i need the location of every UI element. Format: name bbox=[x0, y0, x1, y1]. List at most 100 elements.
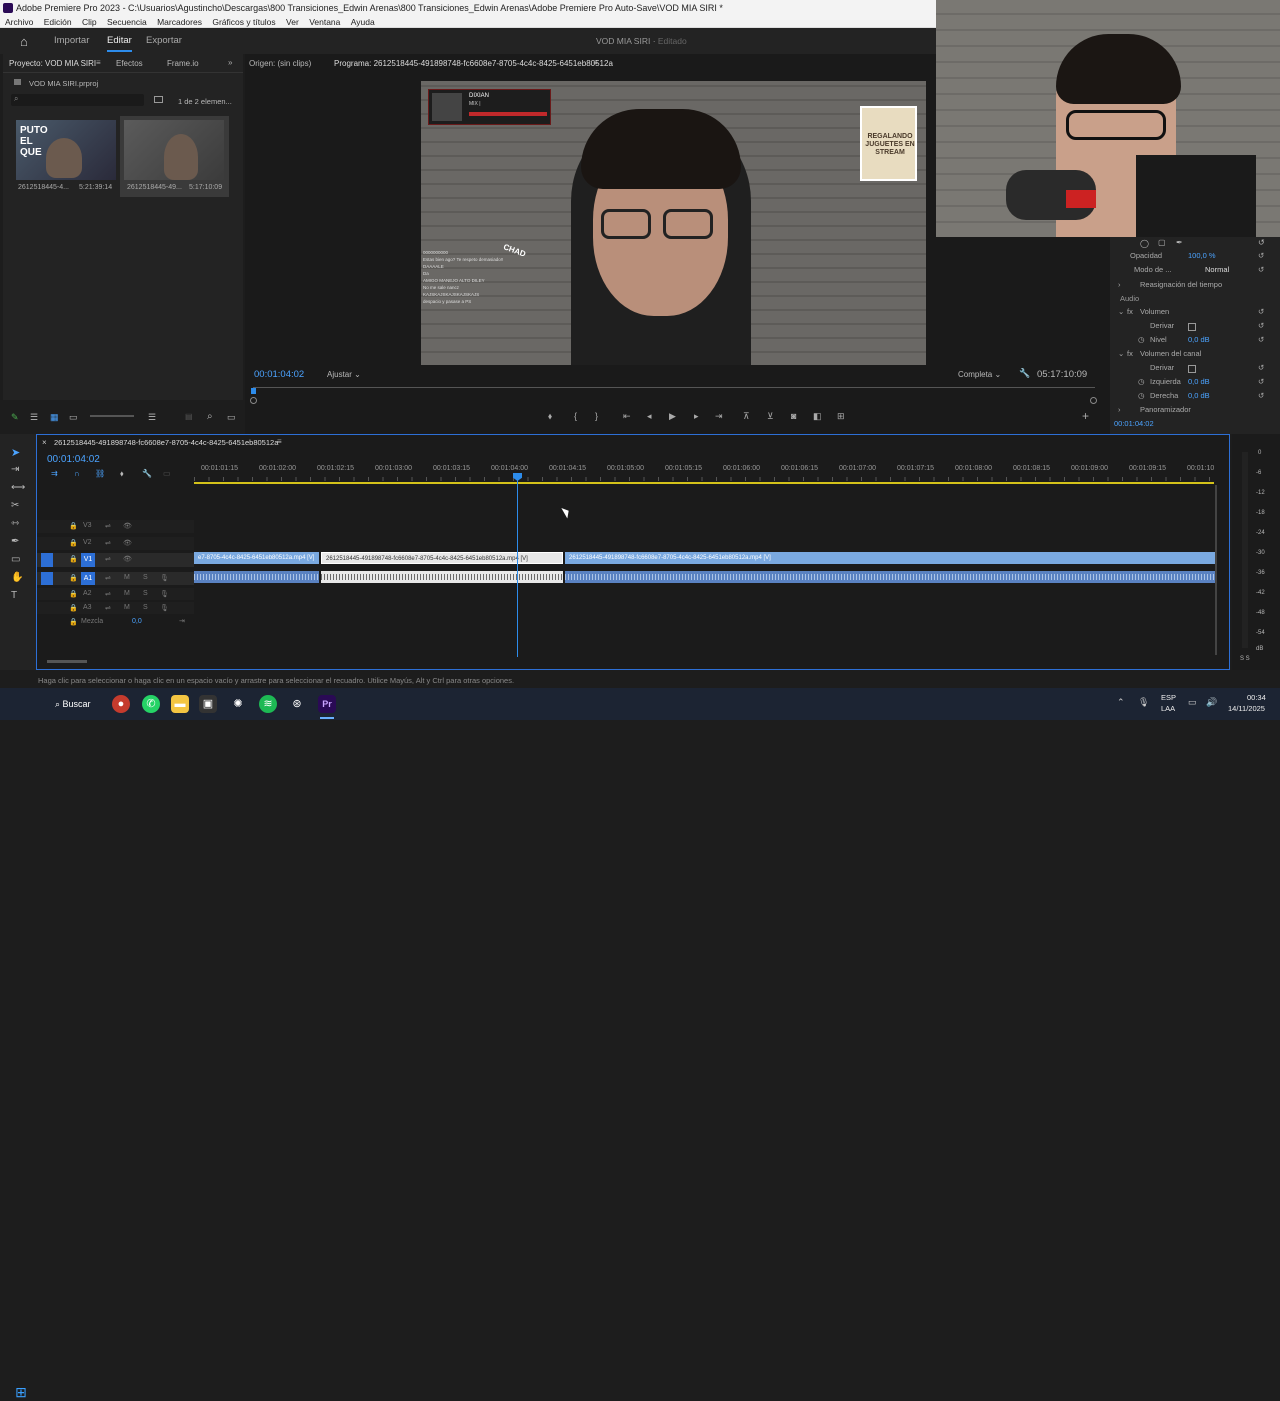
menu-ver[interactable]: Ver bbox=[286, 16, 299, 28]
lang-top[interactable]: ESP bbox=[1161, 693, 1176, 702]
timeline-playhead[interactable] bbox=[517, 473, 518, 657]
tab-project[interactable]: Proyecto: VOD MIA SIRI bbox=[9, 59, 96, 68]
new-bin-footer-icon[interactable]: ▭ bbox=[227, 412, 236, 423]
add-marker-icon[interactable]: ⬧ bbox=[548, 411, 552, 422]
mute-button[interactable]: M bbox=[124, 574, 130, 581]
lift-icon[interactable]: ⊼ bbox=[743, 411, 750, 422]
snap-icon[interactable]: ∩ bbox=[74, 469, 80, 478]
mark-out-icon[interactable]: } bbox=[595, 411, 598, 421]
tab-frameio[interactable]: Frame.io bbox=[167, 59, 199, 68]
freeform-view-icon[interactable]: ▭ bbox=[69, 412, 78, 423]
mix-end-icon[interactable]: ⇥ bbox=[179, 617, 185, 625]
lock-icon[interactable]: 🔒 bbox=[69, 555, 78, 563]
tab-exportar[interactable]: Exportar bbox=[146, 35, 182, 46]
lock-icon[interactable]: 🔒 bbox=[69, 604, 78, 612]
export-frame-icon[interactable]: ◙ bbox=[791, 411, 796, 421]
opacity-value[interactable]: 100,0 % bbox=[1188, 251, 1216, 260]
linked-selection-icon[interactable]: ⛓ bbox=[95, 469, 105, 478]
clip-v1-selected[interactable]: 2612518445-491898748-fc6608e7-8705-4c4c-… bbox=[321, 552, 563, 564]
comparison-view-icon[interactable]: ◧ bbox=[813, 411, 822, 422]
sequence-tab[interactable]: 2612518445-491898748-fc6608e7-8705-4c4c-… bbox=[54, 438, 278, 447]
sync-icon[interactable]: ⇌ bbox=[105, 539, 111, 547]
wrench-icon[interactable]: 🔧 bbox=[1019, 368, 1030, 379]
network-icon[interactable]: ▭ bbox=[1188, 697, 1197, 708]
meter-solo-buttons[interactable]: S S bbox=[1240, 656, 1250, 662]
program-playhead[interactable] bbox=[251, 388, 256, 394]
ellipse-mask-icon[interactable]: ◯ bbox=[1140, 239, 1149, 248]
program-scrub-bar[interactable] bbox=[253, 387, 1095, 388]
left-stopwatch-icon[interactable]: ◷ bbox=[1138, 377, 1145, 386]
panner-toggle[interactable]: › bbox=[1118, 405, 1121, 414]
slip-tool-icon[interactable]: ⇿ bbox=[11, 518, 19, 529]
ripple-edit-icon[interactable]: ⟷ bbox=[11, 482, 25, 493]
sort-icon[interactable]: ☰ bbox=[148, 412, 156, 423]
timeline-vscroll[interactable] bbox=[1215, 485, 1217, 655]
fit-dropdown[interactable]: Ajustar ⌄ bbox=[327, 370, 361, 379]
eye-icon[interactable]: 👁 bbox=[123, 555, 132, 563]
bypass-checkbox[interactable] bbox=[1188, 323, 1196, 331]
track-name-v2[interactable]: V2 bbox=[83, 539, 92, 546]
right-channel-value[interactable]: 0,0 dB bbox=[1188, 391, 1210, 400]
sync-icon[interactable]: ⇌ bbox=[105, 522, 111, 530]
volume-reset-icon[interactable]: ↺ bbox=[1258, 307, 1264, 316]
mic-icon[interactable]: 🎙 bbox=[160, 590, 169, 598]
search-input[interactable]: ⌕ bbox=[11, 94, 144, 106]
lock-icon[interactable]: 🔒 bbox=[69, 574, 78, 582]
program-menu-icon[interactable]: ≡ bbox=[593, 58, 598, 67]
icon-view-icon[interactable]: ▦ bbox=[50, 412, 59, 423]
taskbar-search-label[interactable]: ⌕ Buscar bbox=[55, 699, 91, 710]
sync-icon[interactable]: ⇌ bbox=[105, 590, 111, 598]
rectangle-tool-icon[interactable]: ▭ bbox=[11, 554, 20, 565]
channel-volume-collapse-icon[interactable]: ⌄ bbox=[1118, 349, 1124, 358]
level-reset-icon[interactable]: ↺ bbox=[1258, 335, 1264, 344]
mark-in-icon[interactable]: { bbox=[574, 411, 577, 421]
eye-icon[interactable]: 👁 bbox=[123, 539, 132, 547]
time-remap-toggle[interactable]: › bbox=[1118, 280, 1121, 289]
sync-icon[interactable]: ⇌ bbox=[105, 574, 111, 582]
thumb-size-slider[interactable] bbox=[90, 415, 134, 417]
program-video-frame[interactable]: DIXIAN MIX | REGALANDO JUGUETES EN STREA… bbox=[421, 81, 926, 365]
tab-effects[interactable]: Efectos bbox=[116, 59, 143, 68]
menu-graficos[interactable]: Gráficos y títulos bbox=[212, 16, 275, 28]
find-icon[interactable]: ⌕ bbox=[207, 411, 213, 422]
solo-button[interactable]: S bbox=[143, 604, 148, 611]
home-icon[interactable]: ⌂ bbox=[20, 34, 34, 49]
hand-tool-icon[interactable]: ✋ bbox=[11, 572, 23, 583]
pen-tool-icon[interactable]: ✒ bbox=[11, 536, 19, 547]
blend-mode-dropdown[interactable]: Normal bbox=[1205, 265, 1229, 274]
menu-edicion[interactable]: Edición bbox=[44, 16, 72, 28]
timeline-ruler-ticks[interactable] bbox=[194, 477, 1214, 481]
step-back-icon[interactable]: ◂ bbox=[647, 411, 652, 422]
tray-chevron-icon[interactable]: ⌃ bbox=[1117, 697, 1125, 708]
left-reset-icon[interactable]: ↺ bbox=[1258, 377, 1264, 386]
mic-icon[interactable]: 🎙 bbox=[160, 604, 169, 612]
timeline-settings-icon[interactable]: 🔧 bbox=[142, 469, 152, 478]
tab-importar[interactable]: Importar bbox=[54, 35, 89, 46]
clip-v1-c[interactable]: 2612518445-491898748-fc6608e7-8705-4c4c-… bbox=[565, 552, 1215, 564]
mix-value[interactable]: 0,0 bbox=[132, 618, 142, 625]
windows-start-icon[interactable]: ⊞ bbox=[12, 1383, 30, 1401]
menu-secuencia[interactable]: Secuencia bbox=[107, 16, 147, 28]
track-name-a2[interactable]: A2 bbox=[83, 590, 92, 597]
type-tool-icon[interactable]: T bbox=[11, 590, 17, 601]
spotify-icon[interactable]: ≋ bbox=[259, 695, 277, 713]
lang-bottom[interactable]: LAA bbox=[1161, 704, 1175, 713]
quality-dropdown[interactable]: Completa ⌄ bbox=[958, 370, 1001, 379]
sequence-menu-icon[interactable]: ≡ bbox=[277, 437, 282, 446]
menu-archivo[interactable]: Archivo bbox=[5, 16, 33, 28]
menu-marcadores[interactable]: Marcadores bbox=[157, 16, 202, 28]
add-marker-timeline-icon[interactable]: ⬧ bbox=[120, 469, 124, 479]
capture-icon[interactable]: ▣ bbox=[199, 695, 217, 713]
lock-icon[interactable]: 🔒 bbox=[69, 618, 78, 626]
zoom-right-handle[interactable] bbox=[1090, 397, 1097, 404]
menu-clip[interactable]: Clip bbox=[82, 16, 97, 28]
whatsapp-icon[interactable]: ✆ bbox=[142, 695, 160, 713]
list-view-icon[interactable]: ☰ bbox=[30, 412, 38, 423]
chatgpt-icon[interactable]: ✺ bbox=[229, 695, 247, 713]
lock-icon[interactable]: 🔒 bbox=[69, 539, 78, 547]
mute-button[interactable]: M bbox=[124, 590, 130, 597]
panel-overflow-icon[interactable]: » bbox=[228, 58, 232, 67]
source-patch-a1[interactable] bbox=[41, 572, 53, 585]
premiere-taskbar-icon[interactable]: Pr bbox=[318, 695, 336, 713]
extract-icon[interactable]: ⊻ bbox=[767, 411, 774, 422]
